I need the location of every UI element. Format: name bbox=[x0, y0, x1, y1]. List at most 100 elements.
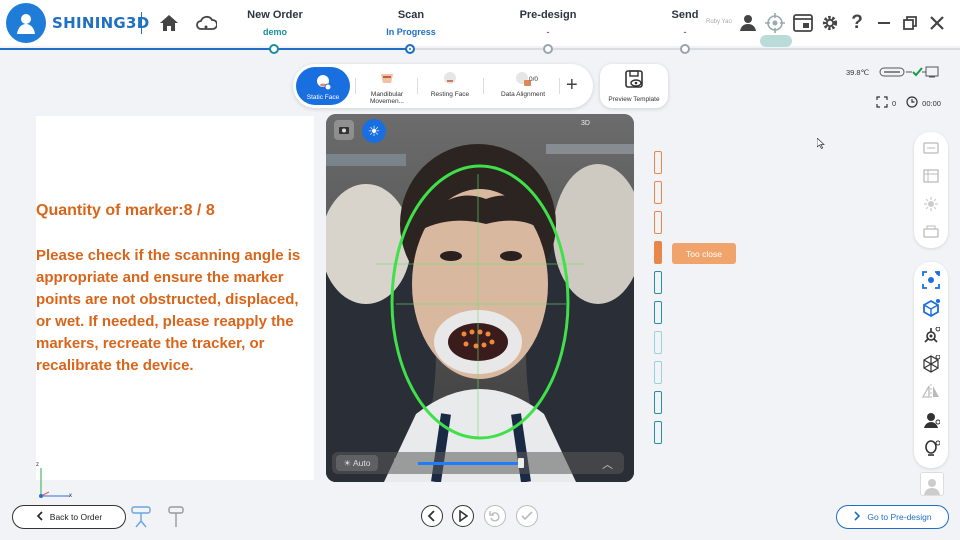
step-new-order[interactable]: New Order demo bbox=[220, 9, 330, 37]
app-header: SHINING3D New Order demo Scan In Progres… bbox=[0, 0, 960, 47]
brand-name: SHINING3D bbox=[52, 14, 150, 32]
mode-static-face[interactable]: Static Face bbox=[296, 67, 350, 105]
step-dot-send bbox=[680, 44, 690, 54]
avatar-preview-icon[interactable] bbox=[920, 472, 944, 496]
preview-label: Preview Template bbox=[608, 96, 660, 103]
chevron-right-icon bbox=[853, 511, 861, 523]
face-scan-view bbox=[326, 114, 634, 482]
axis-z-label: z bbox=[36, 462, 39, 468]
confirm-button[interactable] bbox=[516, 505, 538, 527]
minimize-icon[interactable] bbox=[873, 12, 895, 34]
mesh-icon[interactable] bbox=[921, 354, 941, 374]
next-label: Go to Pre-design bbox=[867, 512, 932, 522]
mode-resting-face[interactable]: Resting Face bbox=[421, 64, 479, 108]
mode-label: Static Face bbox=[306, 94, 340, 101]
static-face-icon bbox=[312, 71, 334, 93]
scan-3d-badge: 3D bbox=[581, 120, 590, 127]
previous-button[interactable] bbox=[421, 505, 443, 527]
home-icon[interactable] bbox=[158, 12, 180, 34]
resting-face-icon bbox=[439, 68, 461, 90]
calibration-icon[interactable] bbox=[921, 222, 941, 242]
scan-counters: 0 00:00 bbox=[876, 96, 941, 110]
mode-mandibular-movement[interactable]: Mandibular Movemen... bbox=[358, 64, 416, 108]
scan-timer: 00:00 bbox=[922, 98, 941, 108]
tripod-device-icon[interactable] bbox=[166, 506, 186, 533]
scanner-battery-icon bbox=[879, 66, 941, 80]
scan-mode-toolbar: Static Face Mandibular Movemen... Restin… bbox=[293, 64, 593, 108]
scanner-device-icon[interactable] bbox=[131, 506, 151, 533]
header-divider bbox=[141, 12, 142, 34]
step-subtitle: In Progress bbox=[386, 27, 436, 37]
chevron-left-icon bbox=[427, 510, 435, 522]
temperature-readout: 39.8℃ bbox=[846, 67, 870, 77]
axis-x-label: x bbox=[69, 493, 72, 499]
mode-data-alignment[interactable]: Data Alignment bbox=[493, 64, 553, 108]
preview-template-button[interactable]: Preview Template bbox=[600, 64, 668, 108]
exposure-slider[interactable] bbox=[418, 462, 520, 465]
target-icon[interactable] bbox=[764, 12, 786, 34]
restore-icon[interactable] bbox=[899, 12, 921, 34]
step-title: New Order bbox=[247, 9, 303, 21]
step-pre-design[interactable]: Pre-design - bbox=[493, 9, 603, 37]
step-title: Scan bbox=[397, 9, 425, 21]
slider-handle[interactable] bbox=[518, 458, 524, 468]
add-mode-button[interactable]: + bbox=[566, 74, 578, 97]
distance-tooltip: Too close bbox=[672, 243, 736, 264]
undo-button[interactable] bbox=[484, 505, 506, 527]
marker-quantity: Quantity of marker:8 / 8 bbox=[36, 202, 215, 219]
device-status-pill bbox=[760, 35, 792, 47]
cloud-icon[interactable] bbox=[195, 12, 217, 34]
camera-preview[interactable]: ☀ 3D ☀ Auto ︿ bbox=[326, 114, 634, 482]
mode-divider bbox=[355, 78, 356, 94]
distance-gauge-segment bbox=[654, 361, 662, 384]
mandibular-icon bbox=[376, 68, 398, 90]
undo-icon bbox=[489, 511, 500, 522]
brand-logo bbox=[6, 3, 46, 43]
user-icon[interactable] bbox=[737, 12, 759, 34]
texture-mode-icon[interactable] bbox=[921, 166, 941, 186]
exposure-slider-icon bbox=[394, 458, 406, 468]
settings-gear-icon[interactable] bbox=[819, 12, 841, 34]
play-button[interactable] bbox=[452, 505, 474, 527]
play-icon bbox=[459, 510, 468, 522]
face-outline-icon[interactable] bbox=[921, 438, 941, 458]
go-to-pre-design-button[interactable]: Go to Pre-design bbox=[836, 505, 949, 529]
window-capture-icon[interactable] bbox=[792, 12, 814, 34]
back-to-order-button[interactable]: Back to Order bbox=[12, 505, 126, 529]
align-points-icon[interactable] bbox=[921, 326, 941, 346]
display-mode-icon[interactable] bbox=[921, 138, 941, 158]
step-scan[interactable]: Scan In Progress bbox=[356, 9, 466, 37]
mode-divider bbox=[559, 78, 560, 94]
distance-gauge-segment bbox=[654, 271, 662, 294]
scan-tools-toolbar bbox=[914, 262, 948, 468]
step-dot-scan bbox=[405, 44, 415, 54]
distance-gauge-segment bbox=[654, 241, 662, 264]
steps-progress-fill bbox=[0, 48, 410, 50]
step-subtitle: demo bbox=[262, 27, 287, 37]
checkmark-icon bbox=[521, 511, 533, 521]
mouse-cursor-icon bbox=[816, 136, 825, 154]
step-title: Pre-design bbox=[519, 9, 577, 21]
alignment-count: 0/0 bbox=[529, 76, 539, 83]
help-icon[interactable]: ? bbox=[846, 12, 868, 34]
distance-gauge-segment bbox=[654, 391, 662, 414]
marker-info-panel: Quantity of marker:8 / 8 Please check if… bbox=[36, 116, 314, 480]
mode-label: Mandibular Movemen... bbox=[370, 91, 404, 105]
close-icon[interactable] bbox=[926, 12, 948, 34]
brightness-icon[interactable]: ☀ bbox=[362, 119, 386, 143]
distance-gauge-segment bbox=[654, 421, 662, 444]
distance-gauge-segment bbox=[654, 301, 662, 324]
select-region-icon[interactable] bbox=[921, 270, 941, 290]
auto-exposure-button[interactable]: ☀ Auto bbox=[336, 455, 378, 471]
distance-gauge-segment bbox=[654, 331, 662, 354]
model-cube-icon[interactable] bbox=[921, 298, 941, 318]
mirror-icon[interactable] bbox=[921, 382, 941, 402]
step-dot-new-order bbox=[269, 44, 279, 54]
mode-label: Resting Face bbox=[430, 91, 470, 98]
view-toolbar bbox=[914, 132, 948, 248]
back-label: Back to Order bbox=[49, 512, 103, 522]
collapse-icon[interactable]: ︿ bbox=[602, 456, 613, 472]
person-scan-icon[interactable] bbox=[921, 410, 941, 430]
camera-capture-icon[interactable] bbox=[334, 120, 354, 140]
lighting-icon[interactable] bbox=[921, 194, 941, 214]
